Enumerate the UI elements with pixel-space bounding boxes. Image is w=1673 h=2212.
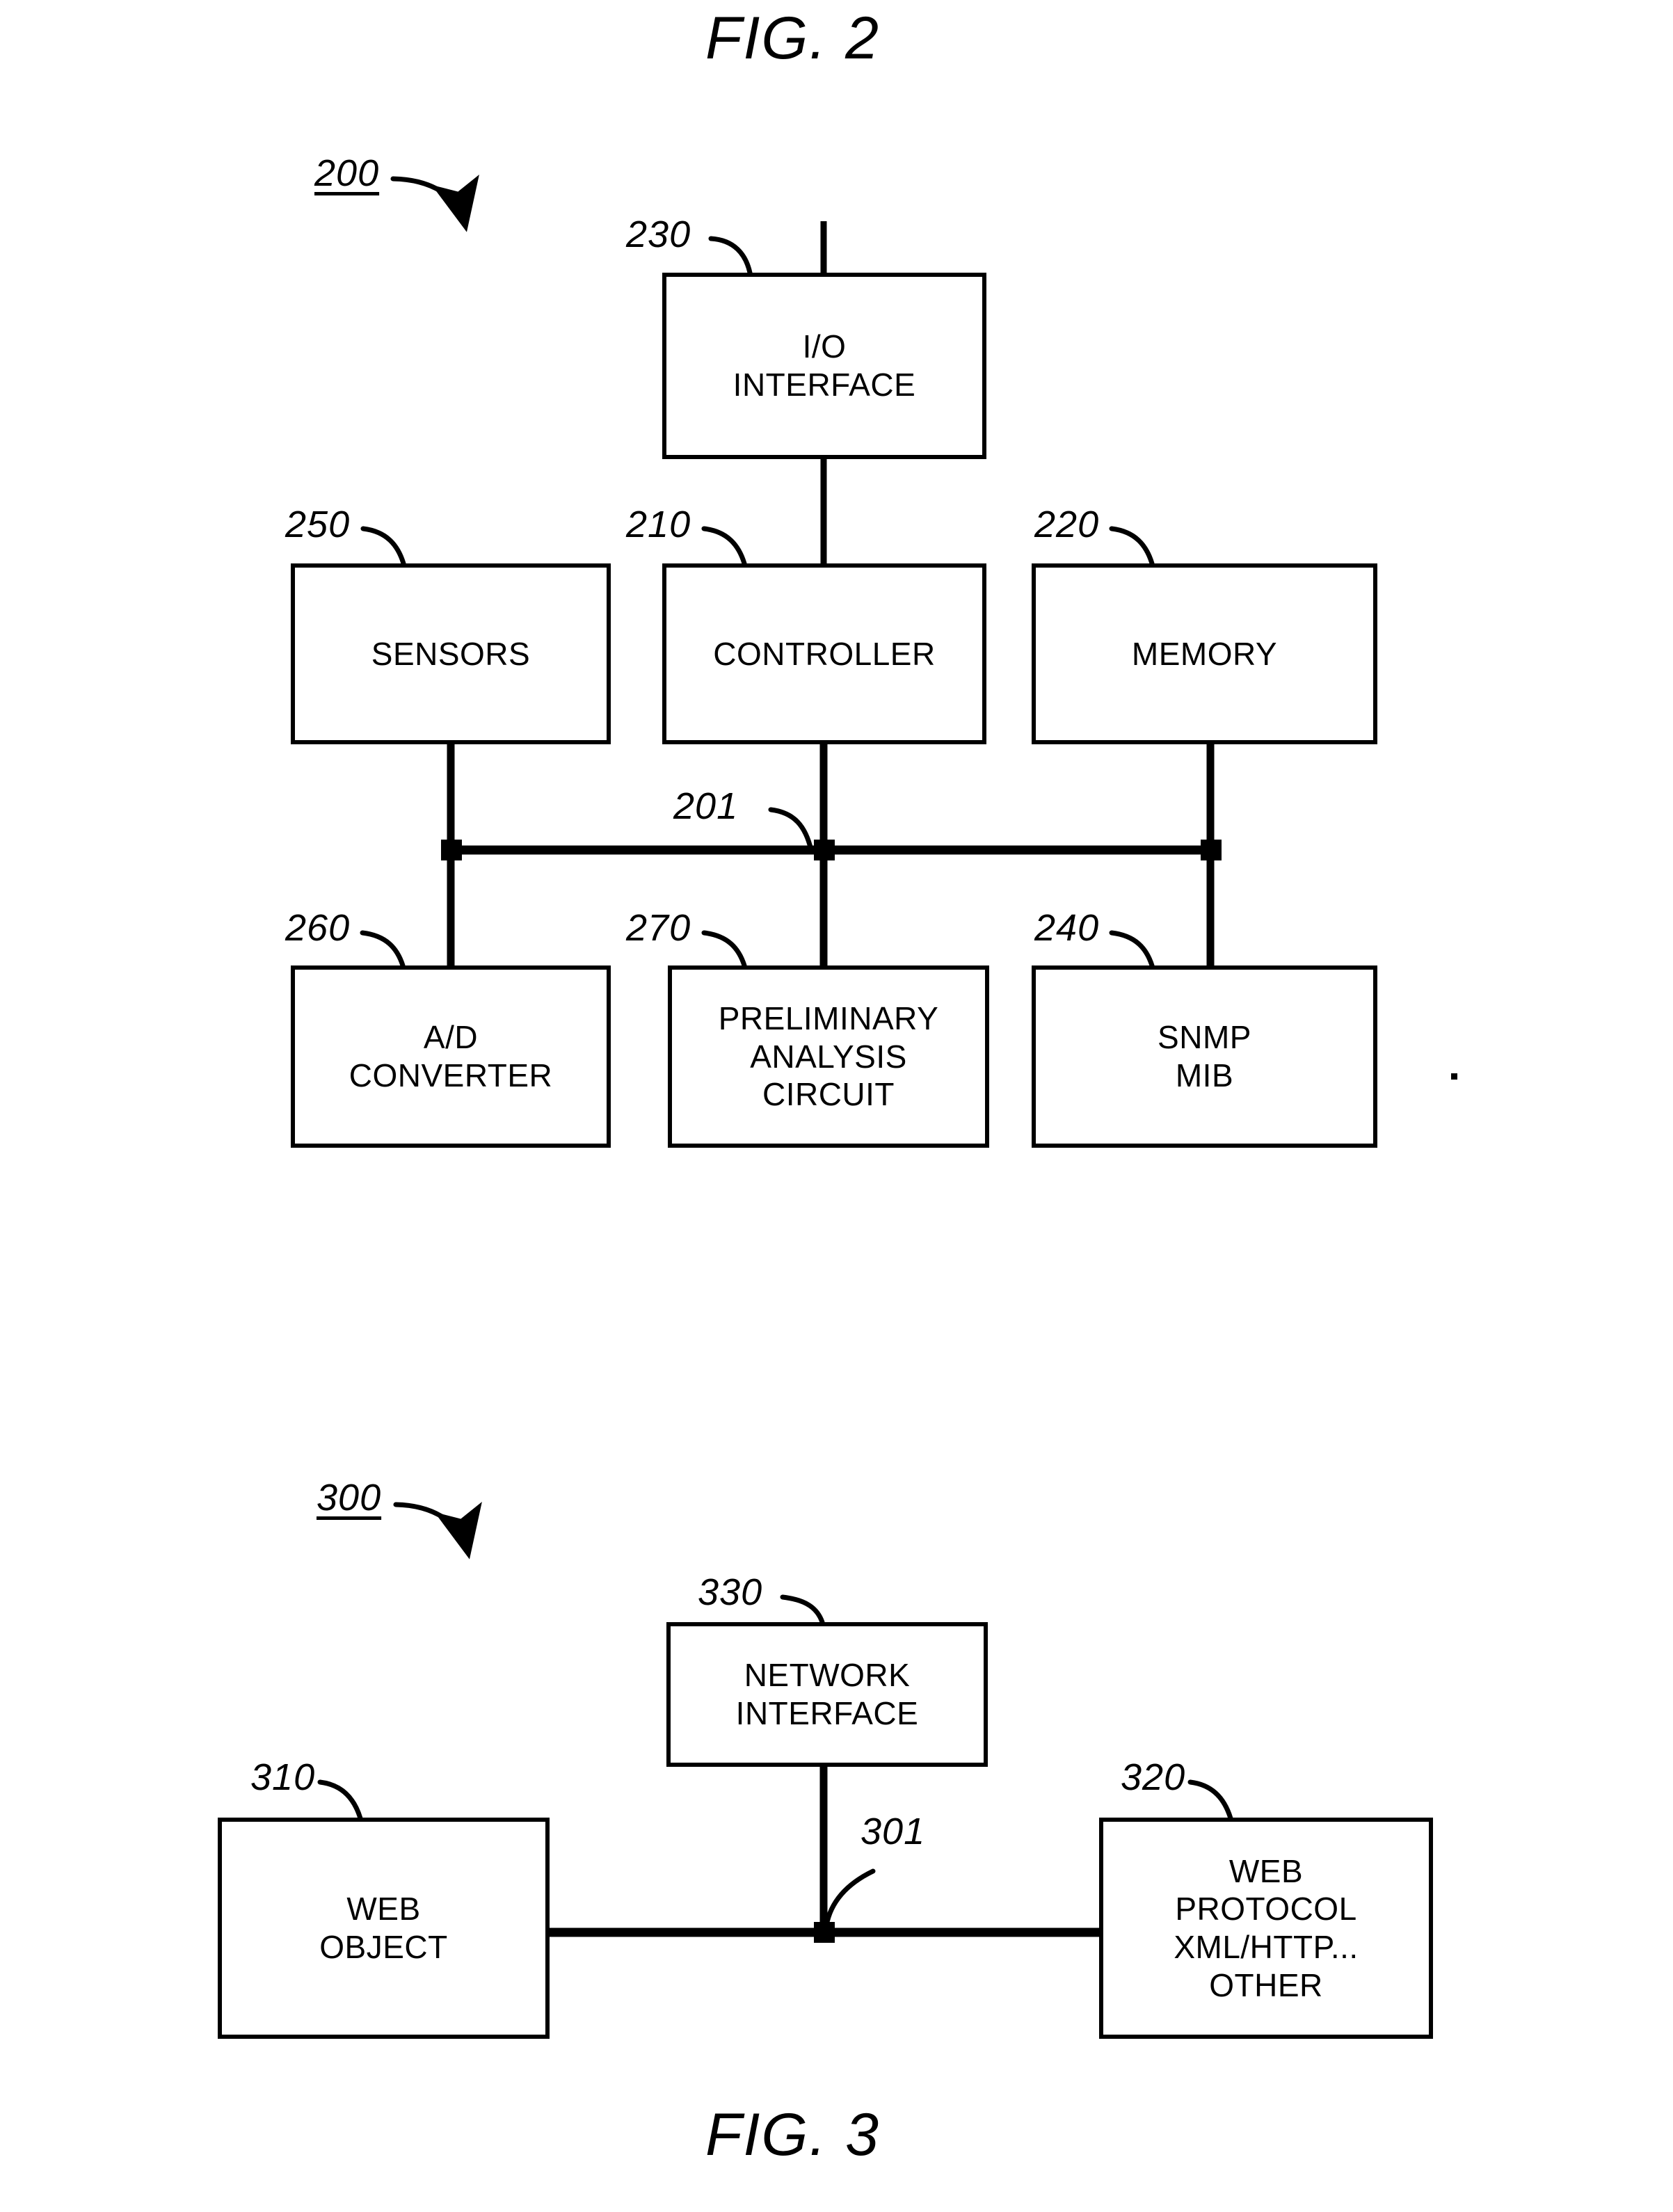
block-controller-label: CONTROLLER (713, 635, 936, 672)
block-sensors: SENSORS (291, 563, 611, 744)
block-network-interface-label: NETWORK INTERFACE (735, 1657, 919, 1731)
ref-number-330: 330 (698, 1571, 763, 1613)
ref-number-220: 220 (1034, 504, 1100, 545)
block-web-object-label: WEB OBJECT (319, 1891, 448, 1965)
ref-number-300: 300 (317, 1477, 382, 1518)
patent-drawing-sheet: FIG. 2 200 230 I/O INTERFACE 250 SENSORS… (0, 0, 1673, 2212)
leader-line-301 (824, 1868, 876, 1928)
leader-line-201 (768, 807, 814, 853)
block-ad-converter: A/D CONVERTER (291, 965, 611, 1148)
ref-number-230: 230 (626, 214, 691, 255)
block-web-protocol-label: WEB PROTOCOL XML/HTTP... OTHER (1174, 1852, 1359, 2003)
ref-number-210: 210 (626, 504, 691, 545)
fig3-title: FIG. 3 (705, 2101, 880, 2168)
leader-line-210 (701, 526, 747, 566)
block-preliminary-analysis-circuit-label: PRELIMINARY ANALYSIS CIRCUIT (718, 1000, 939, 1113)
leader-line-240 (1109, 930, 1155, 968)
bus301-junction (814, 1922, 835, 1943)
block-io-interface-label: I/O INTERFACE (733, 328, 916, 403)
block-controller: CONTROLLER (662, 563, 986, 744)
leader-line-320 (1187, 1779, 1233, 1821)
leader-line-330 (780, 1594, 825, 1625)
ref-number-240: 240 (1034, 907, 1100, 949)
block-network-interface: NETWORK INTERFACE (666, 1622, 988, 1767)
ref-number-270: 270 (626, 907, 691, 949)
leader-line-250 (360, 526, 406, 566)
fig2-title: FIG. 2 (705, 5, 880, 72)
block-memory: MEMORY (1032, 563, 1377, 744)
bus-junction-left (441, 840, 462, 860)
block-io-interface: I/O INTERFACE (662, 273, 986, 459)
leader-line-220 (1109, 526, 1155, 566)
block-memory-label: MEMORY (1131, 635, 1278, 672)
leader-line-270 (701, 930, 747, 968)
bus-junction-center (814, 840, 835, 860)
scan-speck (1451, 1073, 1457, 1080)
leader-line-230 (708, 236, 753, 275)
block-web-object: WEB OBJECT (218, 1818, 550, 2039)
block-sensors-label: SENSORS (371, 635, 531, 672)
bus-junction-right (1201, 840, 1222, 860)
ref-number-201: 201 (673, 785, 739, 827)
lead-arrow-200 (390, 175, 479, 232)
ref-number-310: 310 (250, 1756, 316, 1798)
block-snmp-mib: SNMP MIB (1032, 965, 1377, 1148)
block-ad-converter-label: A/D CONVERTER (349, 1019, 553, 1093)
block-preliminary-analysis-circuit: PRELIMINARY ANALYSIS CIRCUIT (668, 965, 989, 1148)
ref-number-250: 250 (285, 504, 351, 545)
leader-line-260 (360, 930, 406, 968)
block-web-protocol: WEB PROTOCOL XML/HTTP... OTHER (1099, 1818, 1433, 2039)
block-snmp-mib-label: SNMP MIB (1158, 1019, 1251, 1093)
ref-number-200: 200 (314, 152, 380, 194)
leader-line-310 (317, 1779, 363, 1821)
ref-number-260: 260 (285, 907, 351, 949)
lead-arrow-300 (393, 1502, 482, 1560)
ref-number-301: 301 (860, 1811, 926, 1852)
ref-number-320: 320 (1121, 1756, 1186, 1798)
